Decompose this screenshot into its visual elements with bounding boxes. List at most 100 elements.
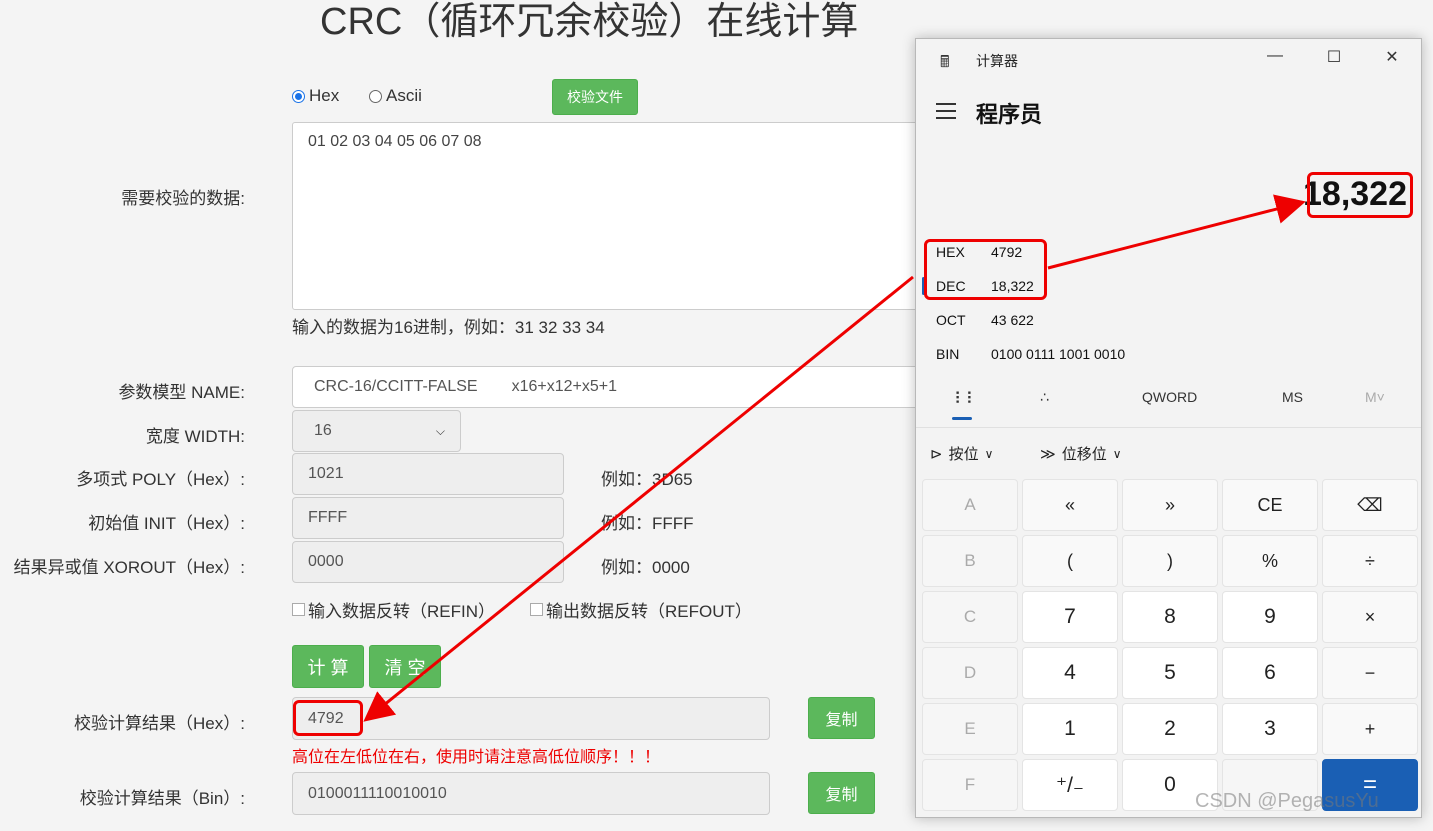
bitwise-dropdown[interactable]: ⊳ 按位 ∨ bbox=[930, 443, 993, 464]
data-label: 需要校验的数据: bbox=[121, 189, 245, 208]
memory-store-button[interactable]: MS bbox=[1282, 389, 1303, 405]
radix-oct-value: 43 622 bbox=[991, 312, 1034, 328]
model-select[interactable]: CRC-16/CCITT-FALSE x16+x12+x5+1 bbox=[292, 366, 932, 408]
key-3[interactable]: 3 bbox=[1222, 703, 1318, 755]
refout-checkbox-box[interactable] bbox=[530, 603, 543, 616]
calculate-button[interactable]: 计 算 bbox=[292, 645, 364, 688]
key-f[interactable]: F bbox=[922, 759, 1018, 811]
key-a[interactable]: A bbox=[922, 479, 1018, 531]
radix-bin-name: BIN bbox=[936, 346, 960, 362]
radio-hex[interactable]: Hex bbox=[292, 86, 339, 106]
display-highlight bbox=[1307, 172, 1413, 218]
key-1[interactable]: 1 bbox=[1022, 703, 1118, 755]
key-2[interactable]: 2 bbox=[1122, 703, 1218, 755]
key-left-shift[interactable]: « bbox=[1022, 479, 1118, 531]
key-multiply[interactable]: × bbox=[1322, 591, 1418, 643]
key-divide[interactable]: ÷ bbox=[1322, 535, 1418, 587]
copy-bin-button[interactable]: 复制 bbox=[808, 772, 875, 814]
radio-hex-indicator[interactable] bbox=[292, 89, 305, 103]
toolbar-divider bbox=[916, 427, 1421, 428]
key-5[interactable]: 5 bbox=[1122, 647, 1218, 699]
radix-oct-name: OCT bbox=[936, 312, 966, 328]
memory-view-button[interactable]: M˅ bbox=[1365, 389, 1385, 405]
key-add[interactable]: + bbox=[1322, 703, 1418, 755]
init-hint: 例如：FFFF bbox=[601, 514, 694, 533]
order-note: 高位在左低位在右，使用时请注意高低位顺序！！！ bbox=[292, 749, 661, 766]
calculator-window-title: 计算器 bbox=[976, 53, 1018, 69]
bitshift-label: 位移位 bbox=[1061, 446, 1107, 463]
result-hex-label: 校验计算结果（Hex）: bbox=[74, 714, 245, 733]
key-subtract[interactable]: − bbox=[1322, 647, 1418, 699]
keypad-selected-indicator bbox=[952, 417, 972, 420]
key-close-paren[interactable]: ) bbox=[1122, 535, 1218, 587]
bitshift-dropdown[interactable]: ≫ 位移位 ∨ bbox=[1040, 443, 1122, 464]
key-8[interactable]: 8 bbox=[1122, 591, 1218, 643]
key-e[interactable]: E bbox=[922, 703, 1018, 755]
menu-icon[interactable] bbox=[936, 103, 956, 124]
chevron-down-icon: ∨ bbox=[984, 446, 994, 461]
xorout-label: 结果异或值 XOROUT（Hex）: bbox=[13, 558, 245, 577]
minimize-icon[interactable]: — bbox=[1260, 47, 1290, 65]
refout-label: 输出数据反转（REFOUT） bbox=[546, 602, 752, 621]
poly-input[interactable]: 1021 bbox=[292, 453, 564, 495]
key-percent[interactable]: % bbox=[1222, 535, 1318, 587]
key-7[interactable]: 7 bbox=[1022, 591, 1118, 643]
calculator-window: 🖩 计算器 — ☐ ✕ 程序员 18,322 HEX 4792 DEC 18,3… bbox=[915, 38, 1422, 818]
radix-bin-row[interactable]: BIN 0100 0111 1001 0010 bbox=[936, 346, 1125, 362]
key-open-paren[interactable]: ( bbox=[1022, 535, 1118, 587]
result-hex-output[interactable]: 4792 bbox=[292, 697, 770, 740]
calculator-mode: 程序员 bbox=[976, 102, 1043, 127]
clear-button[interactable]: 清 空 bbox=[369, 645, 441, 688]
keypad: A « » CE ⌫ B ( ) % ÷ C 7 8 9 × D 4 5 6 −… bbox=[922, 479, 1418, 811]
keypad-full-icon[interactable]: ⠇⠇ bbox=[954, 389, 977, 409]
chevron-down-icon: ∨ bbox=[1112, 446, 1122, 461]
verify-file-button[interactable]: 校验文件 bbox=[552, 79, 638, 115]
copy-hex-button[interactable]: 复制 bbox=[808, 697, 875, 739]
key-4[interactable]: 4 bbox=[1022, 647, 1118, 699]
init-input[interactable]: FFFF bbox=[292, 497, 564, 539]
data-input[interactable]: 01 02 03 04 05 06 07 08 bbox=[292, 122, 932, 310]
watermark: CSDN @PegasusYu bbox=[1195, 790, 1379, 812]
key-right-shift[interactable]: » bbox=[1122, 479, 1218, 531]
refin-checkbox-box[interactable] bbox=[292, 603, 305, 616]
key-b[interactable]: B bbox=[922, 535, 1018, 587]
xorout-hint: 例如：0000 bbox=[601, 558, 690, 577]
maximize-icon[interactable]: ☐ bbox=[1319, 47, 1349, 67]
bitwise-label: 按位 bbox=[948, 446, 979, 463]
radio-ascii-label: Ascii bbox=[386, 86, 422, 105]
key-6[interactable]: 6 bbox=[1222, 647, 1318, 699]
key-d[interactable]: D bbox=[922, 647, 1018, 699]
width-value: 16 bbox=[314, 422, 332, 439]
model-name: CRC-16/CCITT-FALSE bbox=[314, 378, 478, 395]
radio-ascii[interactable]: Ascii bbox=[369, 86, 422, 106]
radio-ascii-indicator[interactable] bbox=[369, 89, 382, 103]
result-bin-output[interactable]: 0100011110010010 bbox=[292, 772, 770, 815]
key-c[interactable]: C bbox=[922, 591, 1018, 643]
refin-checkbox[interactable]: 输入数据反转（REFIN） bbox=[292, 597, 495, 622]
radix-bin-value: 0100 0111 1001 0010 bbox=[991, 346, 1126, 362]
page-title: CRC（循环冗余校验）在线计算 bbox=[320, 1, 859, 43]
key-negate[interactable]: ⁺/₋ bbox=[1022, 759, 1118, 811]
close-icon[interactable]: ✕ bbox=[1377, 47, 1407, 67]
poly-hint: 例如：3D65 bbox=[601, 470, 693, 489]
init-label: 初始值 INIT（Hex）: bbox=[88, 514, 245, 533]
key-9[interactable]: 9 bbox=[1222, 591, 1318, 643]
result-bin-label: 校验计算结果（Bin）: bbox=[79, 789, 245, 808]
logic-gate-icon: ⊳ bbox=[930, 445, 943, 463]
result-hex-highlight bbox=[293, 700, 363, 736]
poly-label: 多项式 POLY（Hex）: bbox=[76, 470, 245, 489]
width-label: 宽度 WIDTH: bbox=[145, 427, 245, 446]
radix-oct-row[interactable]: OCT 43 622 bbox=[936, 312, 1034, 328]
model-polynomial: x16+x12+x5+1 bbox=[511, 378, 618, 395]
key-backspace[interactable]: ⌫ bbox=[1322, 479, 1418, 531]
word-size-button[interactable]: QWORD bbox=[1142, 389, 1197, 405]
bit-toggle-keypad-icon[interactable]: ∴ bbox=[1040, 389, 1049, 406]
calculator-app-icon: 🖩 bbox=[940, 54, 950, 71]
xorout-input[interactable]: 0000 bbox=[292, 541, 564, 583]
chevron-down-icon: ⌵ bbox=[435, 423, 445, 438]
radio-hex-label: Hex bbox=[309, 86, 340, 105]
width-select[interactable]: 16 ⌵ bbox=[292, 410, 461, 452]
refout-checkbox[interactable]: 输出数据反转（REFOUT） bbox=[530, 597, 752, 622]
bitshift-icon: ≫ bbox=[1040, 445, 1056, 463]
key-ce[interactable]: CE bbox=[1222, 479, 1318, 531]
